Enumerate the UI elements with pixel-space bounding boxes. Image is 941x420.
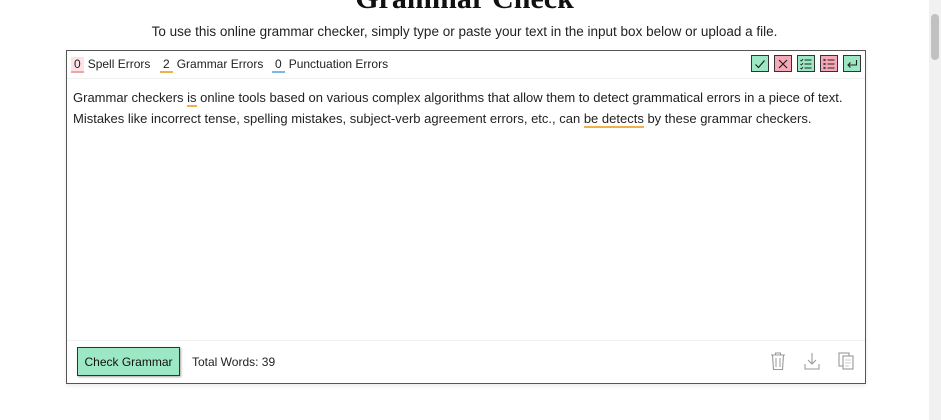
total-words: Total Words: 39 (192, 355, 276, 369)
accept-all-button[interactable] (797, 55, 815, 72)
punctuation-errors-label: Punctuation Errors (288, 57, 389, 71)
page-title: Grammar Check (0, 0, 929, 16)
accept-button[interactable] (751, 55, 769, 72)
check-grammar-button[interactable]: Check Grammar (77, 347, 180, 376)
grammar-error-highlight[interactable]: is (187, 90, 197, 107)
page: Grammar Check To use this online grammar… (0, 0, 941, 420)
x-icon (778, 59, 788, 68)
grammar-editor: 0 Spell Errors 2 Grammar Errors 0 Punctuati… (66, 50, 866, 384)
download-icon[interactable] (803, 351, 821, 376)
text-segment: Grammar checkers (73, 90, 188, 105)
punctuation-errors-stat[interactable]: 0 Punctuation Errors (272, 57, 388, 73)
trash-icon[interactable] (769, 351, 787, 376)
spell-errors-stat[interactable]: 0 Spell Errors (71, 57, 150, 73)
list-x-icon (823, 58, 835, 69)
page-scrollbar[interactable] (929, 0, 941, 420)
check-icon (755, 59, 765, 68)
grammar-error-highlight[interactable]: be detects (583, 111, 644, 128)
text-line: Grammar checkers is online tools based o… (73, 87, 855, 108)
text-line: Mistakes like incorrect tense, spelling … (73, 108, 855, 129)
checklist-icon (800, 58, 812, 70)
grammar-errors-stat[interactable]: 2 Grammar Errors (160, 57, 263, 73)
editor-toolbar: 0 Spell Errors 2 Grammar Errors 0 Punctuati… (67, 51, 865, 79)
return-arrow-icon (847, 59, 858, 68)
text-input[interactable]: Grammar checkers is online tools based o… (73, 87, 855, 129)
page-subtitle: To use this online grammar checker, simp… (151, 24, 778, 39)
copy-icon[interactable] (837, 351, 855, 376)
text-segment: by these grammar checkers. (643, 111, 812, 126)
undo-button[interactable] (843, 55, 861, 72)
editor-tools (751, 55, 861, 72)
text-segment: Mistakes like incorrect tense, spelling … (73, 111, 584, 126)
spell-errors-count: 0 (71, 57, 84, 73)
grammar-errors-count: 2 (160, 57, 173, 73)
reject-button[interactable] (774, 55, 792, 72)
scrollbar-thumb[interactable] (931, 14, 939, 60)
text-segment: online tools based on various complex al… (196, 90, 843, 105)
reject-all-button[interactable] (820, 55, 838, 72)
punctuation-errors-count: 0 (272, 57, 285, 73)
editor-footer: Check Grammar Total Words: 39 (67, 340, 865, 383)
spell-errors-label: Spell Errors (87, 57, 151, 71)
footer-actions (769, 351, 855, 376)
grammar-errors-label: Grammar Errors (176, 57, 264, 71)
